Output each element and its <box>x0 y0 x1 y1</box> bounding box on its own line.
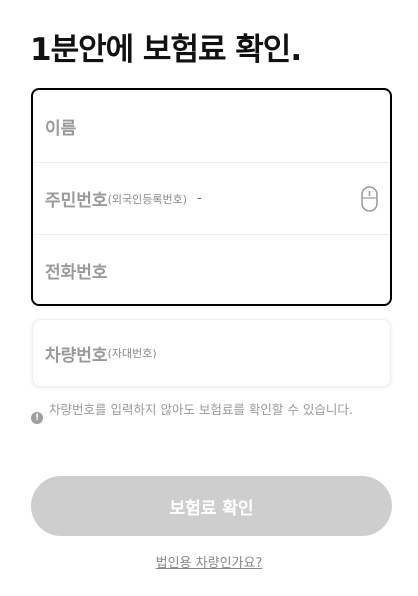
ssn-placeholder: 주민번호 <box>45 191 108 211</box>
phone-field[interactable]: 전화번호 <box>33 234 390 306</box>
name-field[interactable]: 이름 <box>33 90 390 162</box>
ssn-hint: (외국인등록번호) <box>107 192 187 206</box>
car-number-field[interactable]: 차량번호 (자대번호) <box>32 319 391 387</box>
car-number-placeholder: 차량번호 <box>45 345 108 366</box>
corporate-vehicle-link[interactable]: 법인용 차량인가요? <box>0 552 418 571</box>
page-title: 1분안에 보험료 확인. <box>30 32 302 68</box>
car-number-hint: (자대번호) <box>107 347 157 360</box>
car-number-notice: ! 차량번호를 입력하지 않아도 보험료를 확인할 수 있습니다. <box>31 402 361 424</box>
confirm-premium-button[interactable]: 보험료 확인 <box>31 476 392 536</box>
info-icon: ! <box>31 412 43 424</box>
notice-text: 차량번호를 입력하지 않아도 보험료를 확인할 수 있습니다. <box>49 402 353 417</box>
ssn-separator: - <box>197 191 202 206</box>
phone-placeholder: 전화번호 <box>45 263 108 283</box>
name-placeholder: 이름 <box>45 118 77 139</box>
ssn-field[interactable]: 주민번호 (외국인등록번호) - <box>33 162 390 234</box>
mouse-icon[interactable] <box>361 186 378 212</box>
personal-info-group: 이름 주민번호 (외국인등록번호) - 전화번호 <box>31 88 392 306</box>
